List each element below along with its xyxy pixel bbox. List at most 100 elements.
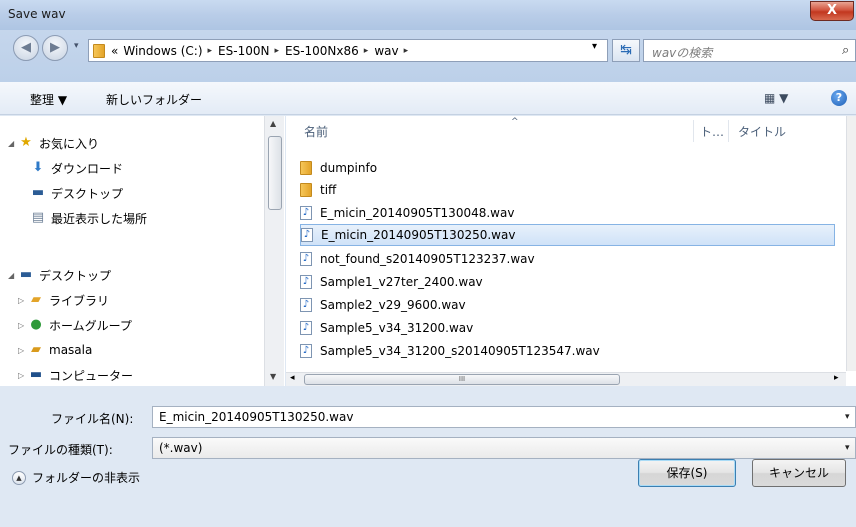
collapse-arrow-icon[interactable]: ◢ <box>8 139 18 148</box>
cancel-button[interactable]: キャンセル <box>752 459 846 487</box>
toolbar: 整理 ▼ 新しいフォルダー ▦ ▼ ? <box>0 82 856 115</box>
new-folder-button[interactable]: 新しいフォルダー <box>106 91 202 108</box>
breadcrumb-drive[interactable]: Windows (C:) <box>123 44 202 58</box>
expand-arrow-icon[interactable]: ▷ <box>18 321 28 330</box>
scroll-down-icon[interactable]: ▼ <box>270 372 276 381</box>
search-icon[interactable]: ⌕ <box>842 43 849 58</box>
save-button[interactable]: 保存(S) <box>638 459 736 487</box>
computer-icon: ▬ <box>29 367 43 382</box>
folder-icon <box>93 43 105 58</box>
hide-folders-label: フォルダーの非表示 <box>32 471 141 485</box>
file-row-folder[interactable]: tiff <box>300 179 835 201</box>
file-name: tiff <box>320 183 337 197</box>
audio-file-icon: ♪ <box>300 275 312 289</box>
window-title: Save wav <box>8 7 66 21</box>
nav-pane-scrollbar[interactable]: ▲ ▼ <box>264 116 284 386</box>
audio-file-icon: ♪ <box>301 228 313 242</box>
scrollbar-thumb[interactable]: III <box>304 374 620 385</box>
scroll-left-icon[interactable]: ◂ <box>290 373 295 383</box>
nav-computer[interactable]: ▷ ▬ コンピューター <box>18 366 133 384</box>
breadcrumb-separator-icon[interactable]: ▸ <box>208 46 213 56</box>
search-input[interactable]: wavの検索 ⌕ <box>643 39 856 62</box>
column-divider[interactable] <box>693 120 694 142</box>
nav-user-masala[interactable]: ▷ ▰ masala <box>18 341 92 359</box>
nav-homegroup[interactable]: ▷ ● ホームグループ <box>18 316 132 334</box>
nav-favorites[interactable]: ◢ ★ お気に入り <box>8 134 99 152</box>
close-button[interactable]: X <box>810 1 854 21</box>
recent-locations-dropdown[interactable]: ▾ <box>74 41 79 51</box>
column-header-title[interactable]: タイトル <box>738 123 786 140</box>
file-name: not_found_s20140905T123237.wav <box>320 252 535 266</box>
file-name: E_micin_20140905T130048.wav <box>320 206 515 220</box>
file-row-wav[interactable]: ♪ Sample2_v29_9600.wav <box>300 294 835 316</box>
breadcrumb-separator-icon[interactable]: ▸ <box>274 46 279 56</box>
navigation-pane: ◢ ★ お気に入り ⬇ ダウンロード ▬ デスクトップ ▤ 最近表示した場所 ◢… <box>0 116 285 386</box>
back-button[interactable]: ◀ <box>13 35 39 61</box>
help-icon[interactable]: ? <box>831 90 847 106</box>
address-dropdown-icon[interactable]: ▾ <box>592 41 597 52</box>
file-name: E_micin_20140905T130250.wav <box>321 228 516 242</box>
address-overflow[interactable]: « <box>111 44 118 58</box>
filename-input[interactable]: E_micin_20140905T130250.wav <box>152 406 856 428</box>
file-row-wav[interactable]: ♪ E_micin_20140905T130048.wav <box>300 202 835 224</box>
column-header-track[interactable]: ト… <box>700 123 724 140</box>
sort-ascending-icon: ^ <box>511 117 519 127</box>
file-list-horizontal-scrollbar[interactable]: ◂ III ▸ <box>286 372 846 386</box>
forward-arrow-icon: ▶ <box>50 40 60 55</box>
expand-arrow-icon[interactable]: ▷ <box>18 346 28 355</box>
breadcrumb-wav[interactable]: wav <box>374 44 398 58</box>
nav-desktop-favorite[interactable]: ▬ デスクトップ <box>30 184 123 202</box>
breadcrumb-separator-icon[interactable]: ▸ <box>364 46 369 56</box>
address-bar[interactable]: « Windows (C:) ▸ ES-100N ▸ ES-100Nx86 ▸ … <box>88 39 608 62</box>
file-name: dumpinfo <box>320 161 378 175</box>
expand-arrow-icon[interactable]: ▷ <box>18 296 28 305</box>
file-row-wav-selected[interactable]: ♪ E_micin_20140905T130250.wav <box>300 224 835 246</box>
file-name: Sample2_v29_9600.wav <box>320 298 466 312</box>
breadcrumb-es100n[interactable]: ES-100N <box>218 44 269 58</box>
forward-button[interactable]: ▶ <box>42 35 68 61</box>
nav-item-label: デスクトップ <box>39 268 112 283</box>
nav-recent-places[interactable]: ▤ 最近表示した場所 <box>30 209 147 227</box>
column-header-name[interactable]: 名前 <box>304 123 328 140</box>
filetype-select[interactable]: (*.wav) <box>152 437 856 459</box>
collapse-up-icon: ▲ <box>12 470 26 485</box>
file-row-folder[interactable]: dumpinfo <box>300 157 835 179</box>
expand-arrow-icon[interactable]: ▷ <box>18 371 28 380</box>
file-row-wav[interactable]: ♪ Sample5_v34_31200.wav <box>300 317 835 339</box>
folder-icon <box>300 161 312 175</box>
navigation-bar: ◀ ▶ ▾ « Windows (C:) ▸ ES-100N ▸ ES-100N… <box>0 30 856 82</box>
hide-folders-toggle[interactable]: ▲ フォルダーの非表示 <box>12 469 140 486</box>
audio-file-icon: ♪ <box>300 344 312 358</box>
close-icon: X <box>826 3 838 18</box>
back-arrow-icon: ◀ <box>21 40 31 55</box>
nav-item-label: 最近表示した場所 <box>51 211 148 226</box>
filetype-label: ファイルの種類(T): <box>8 443 113 457</box>
breadcrumb-separator-icon[interactable]: ▸ <box>404 46 409 56</box>
nav-item-label: お気に入り <box>39 136 100 151</box>
file-name: Sample5_v34_31200_s20140905T123547.wav <box>320 344 600 358</box>
column-divider[interactable] <box>728 120 729 142</box>
nav-libraries[interactable]: ▷ ▰ ライブラリ <box>18 291 109 309</box>
filename-label: ファイル名(N): <box>51 412 134 426</box>
nav-item-label: ホームグループ <box>49 318 132 333</box>
file-row-wav[interactable]: ♪ Sample5_v34_31200_s20140905T123547.wav <box>300 340 835 362</box>
filename-dropdown-icon[interactable]: ▾ <box>845 412 850 422</box>
download-icon: ⬇ <box>32 160 44 175</box>
refresh-button[interactable]: ↹ <box>612 39 640 62</box>
file-row-wav[interactable]: ♪ Sample1_v27ter_2400.wav <box>300 271 835 293</box>
collapse-arrow-icon[interactable]: ◢ <box>8 271 18 280</box>
organize-button[interactable]: 整理 ▼ <box>30 91 67 108</box>
homegroup-icon: ● <box>30 317 42 332</box>
nav-desktop[interactable]: ◢ ▬ デスクトップ <box>8 266 111 284</box>
file-row-wav[interactable]: ♪ not_found_s20140905T123237.wav <box>300 248 835 270</box>
change-view-button[interactable]: ▦ ▼ <box>764 91 788 105</box>
filetype-dropdown-icon[interactable]: ▾ <box>845 443 850 453</box>
audio-file-icon: ♪ <box>300 298 312 312</box>
scroll-right-icon[interactable]: ▸ <box>834 373 839 383</box>
scrollbar-thumb[interactable] <box>268 136 282 210</box>
file-list-vertical-scrollbar[interactable] <box>846 116 856 371</box>
scroll-up-icon[interactable]: ▲ <box>270 119 276 128</box>
breadcrumb-es100nx86[interactable]: ES-100Nx86 <box>285 44 359 58</box>
recent-places-icon: ▤ <box>31 210 45 225</box>
nav-downloads[interactable]: ⬇ ダウンロード <box>30 159 123 177</box>
